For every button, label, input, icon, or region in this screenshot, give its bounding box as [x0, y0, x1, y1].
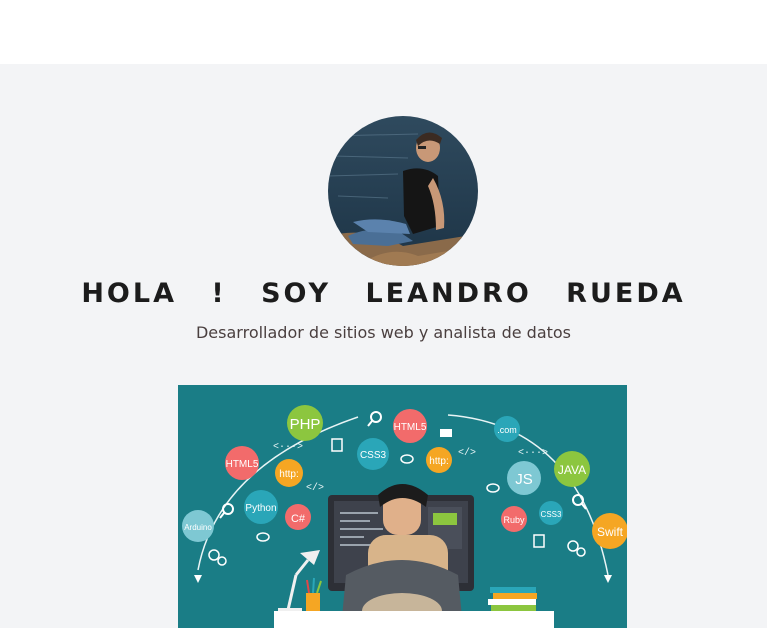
svg-text:http:: http:: [429, 456, 448, 467]
bubble-csharp: C#: [285, 504, 311, 530]
svg-text:CSS3: CSS3: [541, 510, 562, 519]
bubble-java: JAVA: [554, 451, 590, 487]
hero-section: HOLA ! SOY LEANDRO RUEDA Desarrollador d…: [0, 64, 767, 628]
code-symbol: <···>: [273, 442, 303, 453]
svg-text:Ruby: Ruby: [503, 515, 525, 525]
bubble-php: PHP: [287, 405, 323, 441]
bubble-dotcom: .com: [494, 416, 520, 442]
bubble-css3-right: CSS3: [539, 501, 563, 525]
bubble-html5-top: HTML5: [393, 409, 427, 443]
svg-text:JAVA: JAVA: [558, 463, 586, 477]
bubble-ruby: Ruby: [501, 506, 527, 532]
hero-subtitle: Desarrollador de sitios web y analista d…: [195, 323, 572, 342]
svg-text:HTML5: HTML5: [226, 459, 259, 470]
svg-text:CSS3: CSS3: [360, 450, 387, 461]
code-symbol: </>: [458, 447, 476, 459]
svg-text:.com: .com: [497, 425, 517, 435]
developer-illustration: PHP HTML5 .com HTML5 CSS3 http: http: JS…: [178, 385, 627, 628]
bubble-swift: Swift: [592, 513, 627, 549]
bubble-css3-top: CSS3: [357, 438, 389, 470]
top-nav-bar: [0, 0, 767, 64]
profile-avatar: [328, 116, 478, 266]
bubble-arduino: Arduino: [182, 510, 214, 542]
svg-text:http:: http:: [279, 469, 298, 480]
svg-text:JS: JS: [515, 471, 533, 488]
bubble-http-right: http:: [426, 447, 452, 473]
svg-text:Arduino: Arduino: [184, 523, 212, 532]
svg-text:Swift: Swift: [597, 525, 624, 539]
bubble-html5-left: HTML5: [225, 446, 259, 480]
svg-text:Python: Python: [245, 503, 276, 514]
hero-title: HOLA ! SOY LEANDRO RUEDA: [81, 278, 686, 309]
folder-icon: [440, 429, 452, 437]
code-symbol: <···>: [518, 448, 548, 459]
svg-text:PHP: PHP: [290, 416, 321, 433]
bubble-http-left: http:: [275, 459, 303, 487]
bubble-js: JS: [507, 461, 541, 495]
code-symbol: </>: [306, 482, 324, 494]
svg-text:C#: C#: [291, 513, 306, 525]
svg-text:HTML5: HTML5: [394, 422, 427, 433]
bubble-python: Python: [244, 490, 278, 524]
desk-surface: [274, 611, 554, 628]
book-stack-icon: [488, 587, 537, 611]
